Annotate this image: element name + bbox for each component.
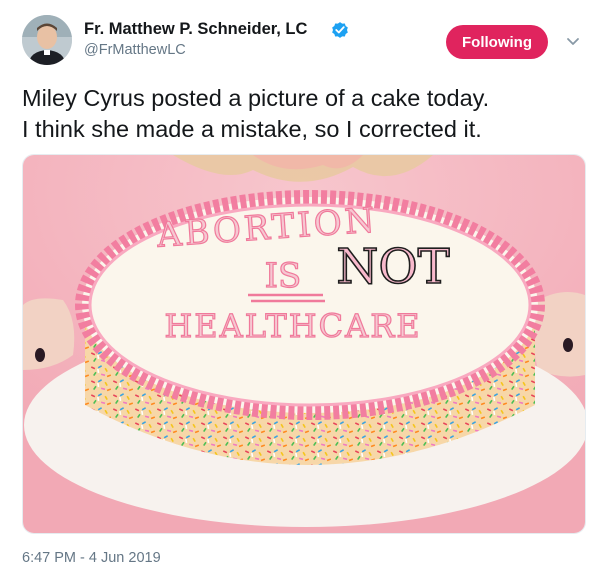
cake-text-line3: HEALTHCARE: [164, 307, 421, 345]
cake-photo: ABORTION IS NOT HEALTHCARE: [23, 155, 585, 533]
chevron-down-icon[interactable]: [566, 37, 580, 47]
tweet-image[interactable]: ABORTION IS NOT HEALTHCARE: [22, 154, 586, 534]
cake-text-line2: IS: [265, 256, 302, 296]
tweet-text: Miley Cyrus posted a picture of a cake t…: [22, 83, 592, 145]
verified-badge-icon: [332, 22, 348, 38]
tweet-timestamp[interactable]: 6:47 PM - 4 Jun 2019: [22, 550, 161, 566]
author-handle[interactable]: @FrMatthewLC: [84, 42, 186, 58]
avatar-image: [22, 15, 72, 65]
tweet-line: I think she made a mistake, so I correct…: [22, 116, 482, 142]
author-avatar[interactable]: [22, 15, 72, 65]
author-name[interactable]: Fr. Matthew P. Schneider, LC: [84, 20, 307, 39]
following-button[interactable]: Following: [446, 25, 548, 59]
cake-text-inserted: NOT: [336, 239, 449, 295]
tweet-line: Miley Cyrus posted a picture of a cake t…: [22, 85, 490, 111]
